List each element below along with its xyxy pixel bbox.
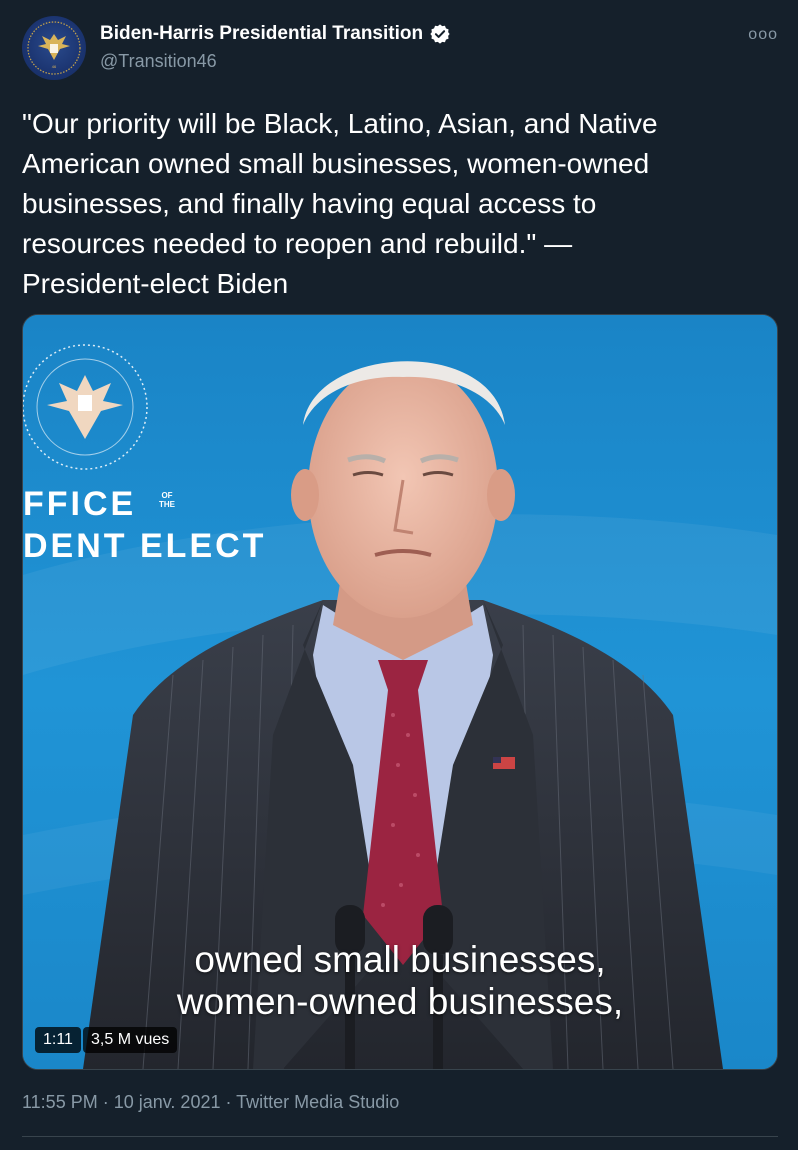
tweet-text: "Our priority will be Black, Latino, Asi… (22, 108, 658, 299)
video-views-badge: 3,5 M vues (83, 1027, 178, 1053)
avatar[interactable]: 46 (22, 16, 86, 80)
tweet-metadata: 11:55 PM · 10 janv. 2021 · Twitter Media… (22, 1092, 399, 1113)
video-duration-badge: 1:11 (35, 1027, 81, 1053)
meta-separator: · (220, 1092, 237, 1112)
backdrop-text-office: FFICE (23, 485, 137, 523)
backdrop-text-president-elect: DENT ELECT (23, 527, 267, 565)
svg-text:46: 46 (52, 64, 57, 69)
video-caption-line-2: women-owned businesses, (176, 981, 624, 1022)
tweet-header: 46 Biden-Harris Presidential Transition … (22, 16, 778, 82)
presidential-seal-icon: 46 (27, 21, 81, 75)
author-name-row: Biden-Harris Presidential Transition (100, 23, 451, 45)
verified-badge-icon (430, 24, 450, 44)
author-handle[interactable]: @Transition46 (100, 51, 217, 72)
author-display-name[interactable]: Biden-Harris Presidential Transition (100, 23, 423, 45)
more-options-icon[interactable]: ooo (748, 26, 778, 44)
tweet-time[interactable]: 11:55 PM (22, 1092, 98, 1112)
video-caption-line-1: owned small businesses, (194, 939, 606, 980)
divider (22, 1136, 778, 1137)
video-player[interactable]: FFICE OF THE DENT ELECT owned small busi… (22, 314, 778, 1070)
tweet-date[interactable]: 10 janv. 2021 (114, 1092, 221, 1112)
backdrop-text-ofthe: OF THE (159, 491, 175, 509)
meta-separator: · (97, 1092, 114, 1112)
tweet-source[interactable]: Twitter Media Studio (236, 1092, 399, 1112)
